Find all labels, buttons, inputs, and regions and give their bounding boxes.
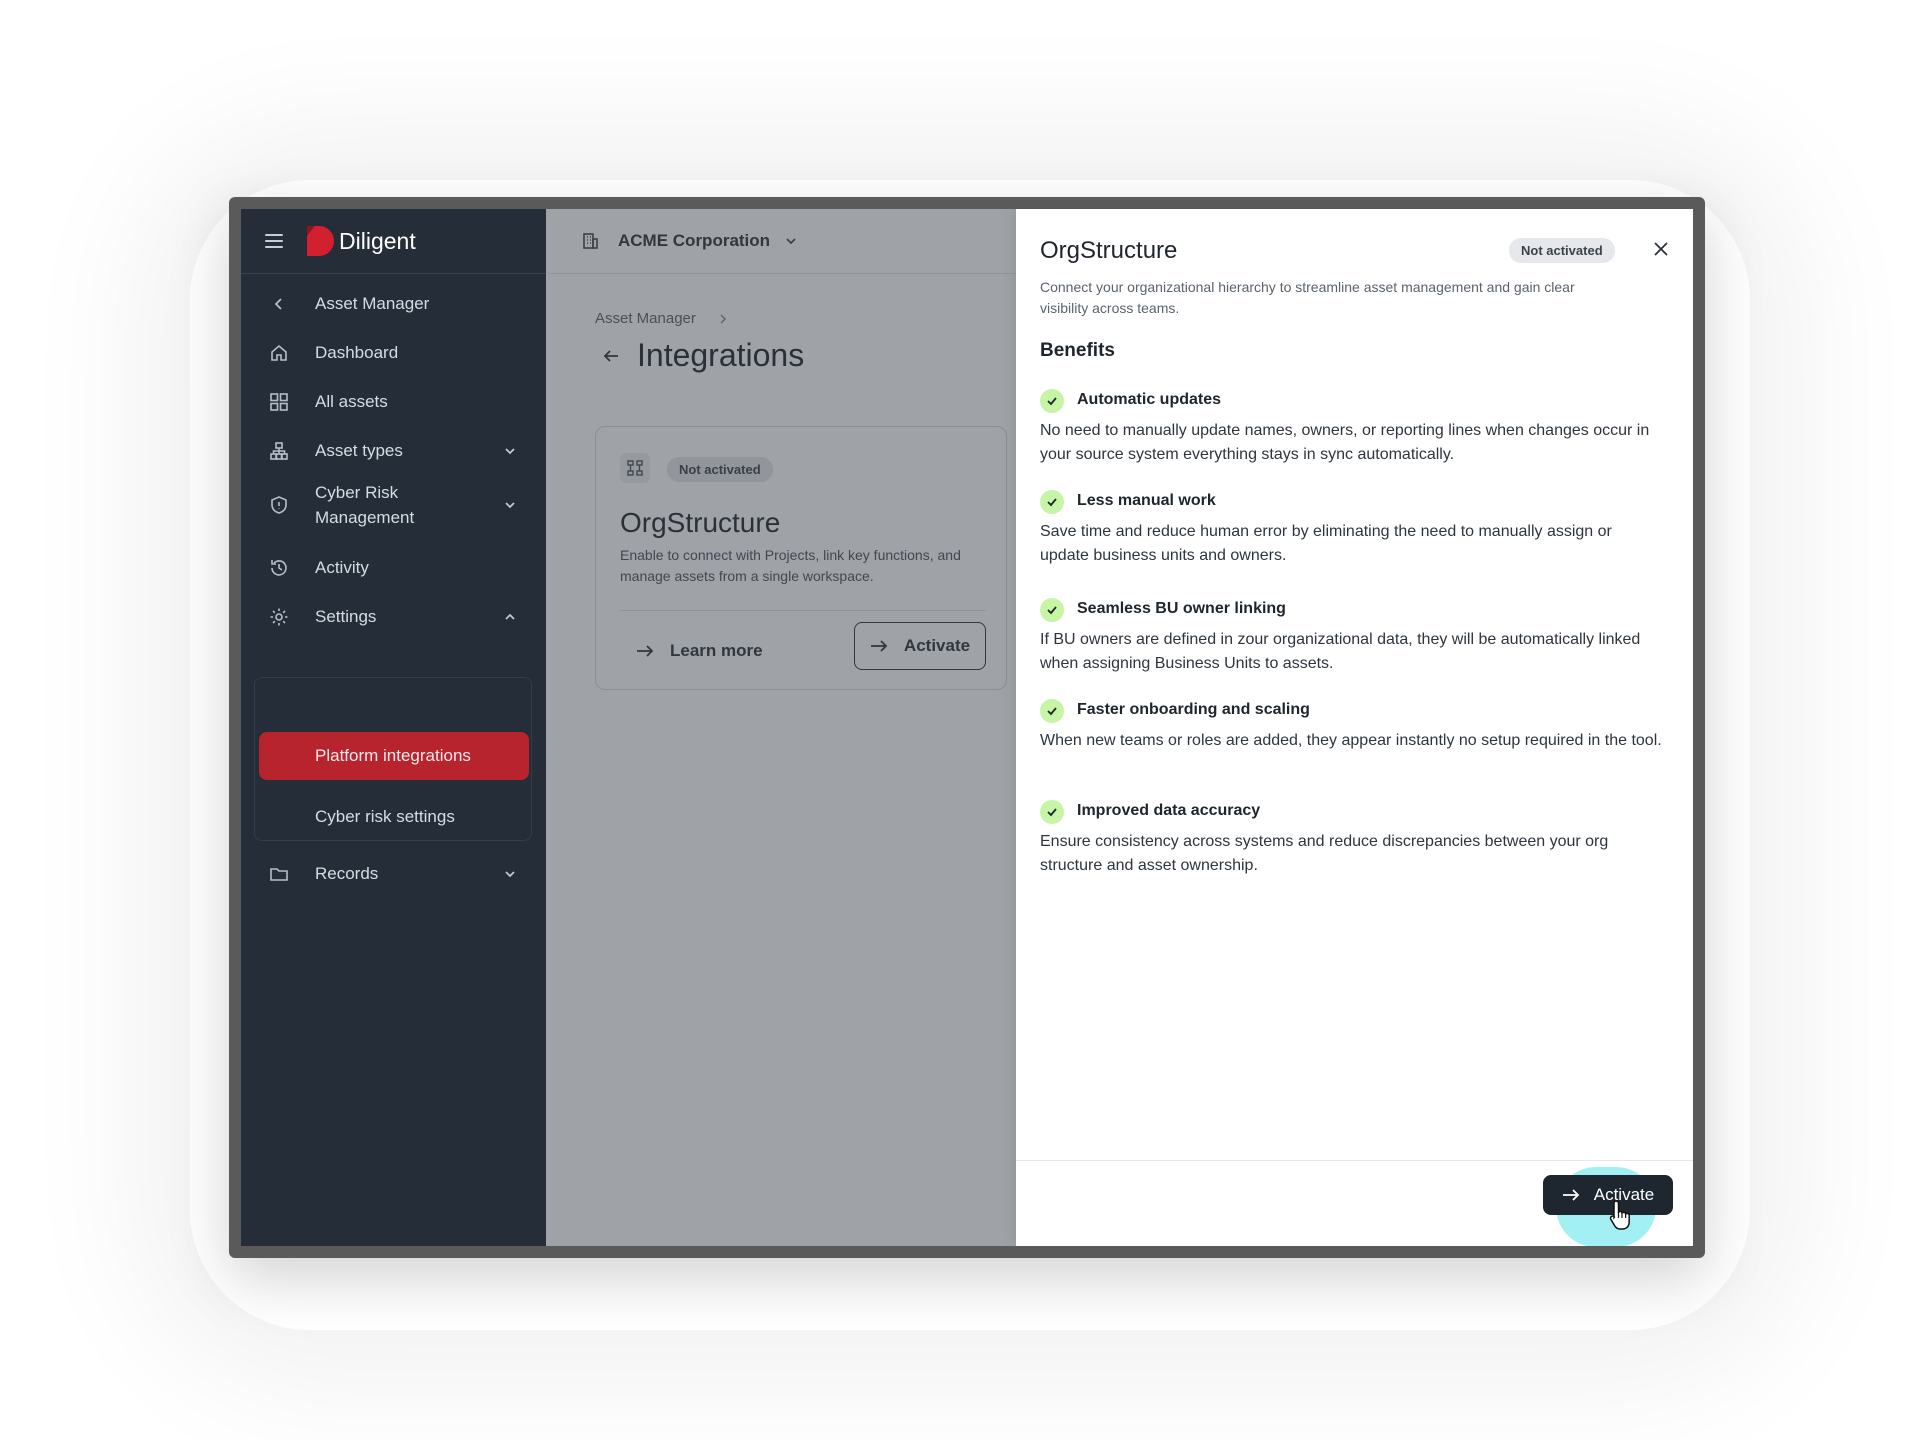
benefit-title: Improved data accuracy	[1077, 802, 1261, 819]
sidebar-item-label: Records	[315, 864, 379, 883]
sidebar: Diligent Asset Manager Dashboard All ass…	[241, 209, 546, 1246]
check-icon	[1040, 800, 1064, 824]
benefit-item: Faster onboarding and scaling When new t…	[1040, 699, 1670, 775]
benefit-text: If BU owners are defined in zour organiz…	[1040, 631, 1641, 672]
benefit-item: Automatic updates No need to manually up…	[1040, 389, 1670, 465]
benefit-title: Seamless BU owner linking	[1077, 600, 1286, 617]
status-badge: Not activated	[1509, 238, 1615, 263]
sidebar-back-label: Asset Manager	[315, 294, 430, 313]
sidebar-item-activity[interactable]: Activity	[241, 551, 546, 585]
chevron-down-icon	[505, 502, 515, 509]
integration-detail-drawer: OrgStructure Not activated Connect your …	[1016, 209, 1693, 1246]
benefit-title: Faster onboarding and scaling	[1077, 701, 1310, 718]
check-icon	[1040, 699, 1064, 723]
sidebar-subitem-platform-integrations[interactable]: Platform integrations	[259, 732, 529, 780]
diligent-logo-icon	[307, 226, 334, 256]
benefit-text: Ensure consistency across systems and re…	[1040, 833, 1609, 874]
benefits-heading: Benefits	[1040, 340, 1115, 361]
grid-icon	[270, 393, 288, 411]
sidebar-header: Diligent	[241, 209, 546, 274]
sidebar-item-settings[interactable]: Settings	[241, 600, 546, 634]
benefit-item: Improved data accuracy Ensure consistenc…	[1040, 800, 1670, 876]
gear-icon	[270, 608, 288, 626]
sidebar-item-label: Settings	[315, 607, 377, 626]
sidebar-back-asset-manager[interactable]: Asset Manager	[241, 287, 546, 321]
chevron-up-icon	[505, 613, 515, 620]
chevron-down-icon	[505, 871, 515, 878]
drawer-footer-divider	[1016, 1160, 1693, 1161]
sidebar-item-label: Asset types	[315, 441, 403, 460]
app-screen: Diligent Asset Manager Dashboard All ass…	[241, 209, 1693, 1246]
history-icon	[271, 560, 287, 576]
sidebar-item-records[interactable]: Records	[241, 857, 546, 891]
sidebar-item-label: Cyber Risk Management	[315, 483, 415, 527]
check-icon	[1040, 598, 1064, 622]
brand-name: Diligent	[339, 227, 416, 254]
check-icon	[1040, 490, 1064, 514]
check-icon	[1040, 389, 1064, 413]
menu-icon[interactable]	[265, 234, 283, 248]
benefit-item: Seamless BU owner linking If BU owners a…	[1040, 598, 1670, 674]
benefit-text: When new teams or roles are added, they …	[1040, 732, 1662, 749]
sidebar-item-label: Dashboard	[315, 343, 399, 362]
hand-cursor-icon	[1609, 1200, 1630, 1230]
sidebar-item-all-assets[interactable]: All assets	[241, 385, 546, 419]
shield-icon	[271, 496, 287, 514]
folder-icon	[270, 868, 288, 881]
benefit-text: No need to manually update names, owners…	[1040, 422, 1650, 463]
drawer-title: OrgStructure	[1040, 237, 1178, 264]
home-icon	[271, 344, 287, 361]
modal-backdrop[interactable]	[546, 209, 1016, 1246]
sidebar-item-label: Activity	[315, 558, 369, 577]
benefit-item: Less manual work Save time and reduce hu…	[1040, 490, 1670, 566]
arrow-right-icon	[1562, 1189, 1580, 1201]
sidebar-item-cyber-risk-management[interactable]: Cyber Risk Management	[241, 477, 546, 533]
drawer-description: Connect your organizational hierarchy to…	[1040, 279, 1575, 316]
benefit-title: Automatic updates	[1077, 391, 1222, 408]
sidebar-subitem-cyber-risk-settings[interactable]: Cyber risk settings	[315, 807, 455, 827]
sidebar-item-label: All assets	[315, 392, 388, 411]
benefit-title: Less manual work	[1077, 492, 1216, 509]
close-icon[interactable]	[1651, 239, 1671, 259]
benefit-text: Save time and reduce human error by elim…	[1040, 523, 1612, 564]
chevron-left-icon	[274, 298, 282, 310]
sidebar-item-dashboard[interactable]: Dashboard	[241, 336, 546, 370]
sidebar-item-asset-types[interactable]: Asset types	[241, 434, 546, 468]
chevron-down-icon	[505, 448, 515, 455]
hierarchy-icon	[270, 442, 288, 460]
